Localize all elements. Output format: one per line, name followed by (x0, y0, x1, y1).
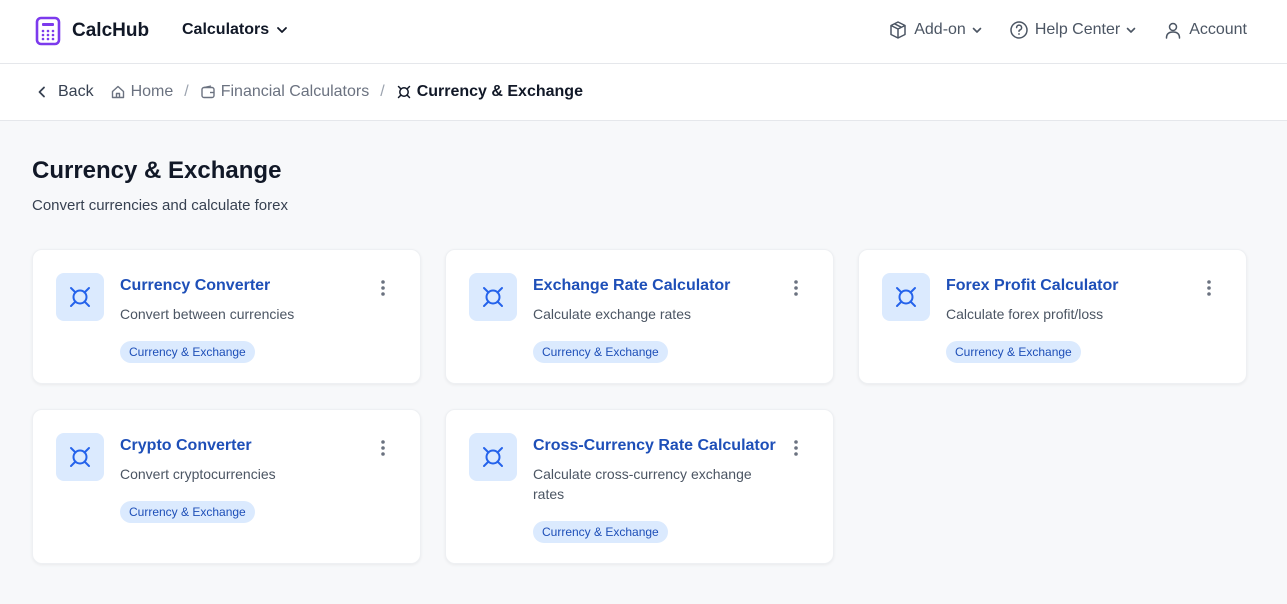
breadcrumb-home-label: Home (130, 83, 174, 100)
calculator-card[interactable]: Forex Profit Calculator Calculate forex … (858, 249, 1247, 384)
calculators-menu[interactable]: Calculators (182, 21, 289, 39)
category-tag: Currency & Exchange (120, 501, 255, 523)
wallet-icon (201, 85, 215, 99)
currency-icon (483, 447, 503, 467)
breadcrumb: Back Home / Financial Calculators / Curr… (35, 83, 583, 101)
breadcrumb-current-label: Currency & Exchange (416, 83, 583, 100)
more-options-icon[interactable] (792, 438, 800, 458)
more-options-icon[interactable] (1205, 278, 1213, 298)
home-icon (111, 85, 124, 99)
card-description: Convert cryptocurrencies (120, 466, 276, 482)
card-description: Calculate cross-currency exchange rates (533, 466, 752, 502)
nav-right: Add-on Help Center Account (862, 20, 1247, 40)
brand-logo-link[interactable]: CalcHub (35, 16, 149, 46)
breadcrumb-financial[interactable]: Financial Calculators (200, 83, 370, 101)
top-navbar: CalcHub Calculators Add-on Help Center A… (0, 0, 1287, 64)
account-label: Account (1189, 21, 1247, 38)
calculator-icon (35, 16, 61, 46)
breadcrumb-financial-label: Financial Calculators (220, 83, 370, 100)
help-center-menu[interactable]: Help Center (1009, 20, 1137, 40)
card-description: Calculate exchange rates (533, 306, 691, 322)
breadcrumb-home[interactable]: Home (110, 83, 174, 101)
card-title[interactable]: Currency Converter (120, 277, 270, 295)
card-icon-box (56, 273, 104, 321)
account-link[interactable]: Account (1163, 20, 1247, 40)
card-description: Calculate forex profit/loss (946, 306, 1104, 322)
chevron-down-icon (277, 27, 288, 33)
card-title[interactable]: Crypto Converter (120, 437, 252, 455)
back-button[interactable]: Back (35, 83, 94, 101)
back-label: Back (58, 83, 94, 100)
breadcrumb-bar: Back Home / Financial Calculators / Curr… (0, 64, 1287, 121)
more-options-icon[interactable] (792, 278, 800, 298)
category-tag: Currency & Exchange (533, 341, 668, 363)
category-tag: Currency & Exchange (120, 341, 255, 363)
chevron-down-icon (972, 27, 982, 33)
addon-menu[interactable]: Add-on (888, 20, 983, 40)
currency-icon (70, 287, 90, 307)
chevron-left-icon (38, 86, 45, 98)
card-description: Convert between currencies (120, 306, 295, 322)
box-icon (890, 21, 906, 39)
chevron-down-icon (1126, 27, 1136, 33)
more-options-icon[interactable] (379, 438, 387, 458)
breadcrumb-separator: / (184, 83, 189, 100)
card-icon-box (469, 273, 517, 321)
more-options-icon[interactable] (379, 278, 387, 298)
calculator-card[interactable]: Crypto Converter Convert cryptocurrencie… (32, 409, 421, 564)
currency-icon (483, 287, 503, 307)
breadcrumb-separator: / (380, 83, 385, 100)
help-circle-icon (1010, 21, 1028, 39)
breadcrumb-current: Currency & Exchange (396, 83, 583, 101)
card-title[interactable]: Cross-Currency Rate Calculator (533, 437, 776, 455)
card-title[interactable]: Forex Profit Calculator (946, 277, 1118, 295)
category-tag: Currency & Exchange (533, 521, 668, 543)
card-icon-box (56, 433, 104, 481)
card-icon-box (882, 273, 930, 321)
currency-icon (70, 447, 90, 467)
currency-icon (896, 287, 916, 307)
calculators-label: Calculators (182, 21, 270, 38)
card-title[interactable]: Exchange Rate Calculator (533, 277, 730, 295)
user-icon (1165, 22, 1181, 39)
category-tag: Currency & Exchange (946, 341, 1081, 363)
addon-label: Add-on (914, 21, 966, 38)
currency-icon (397, 85, 410, 99)
calculator-card[interactable]: Cross-Currency Rate Calculator Calculate… (445, 409, 834, 564)
calculator-card[interactable]: Currency Converter Convert between curre… (32, 249, 421, 384)
calculator-card[interactable]: Exchange Rate Calculator Calculate excha… (445, 249, 834, 384)
page-title: Currency & Exchange (32, 157, 282, 184)
page-subtitle: Convert currencies and calculate forex (32, 197, 288, 214)
brand-name: CalcHub (72, 20, 150, 41)
card-icon-box (469, 433, 517, 481)
help-center-label: Help Center (1034, 21, 1121, 38)
